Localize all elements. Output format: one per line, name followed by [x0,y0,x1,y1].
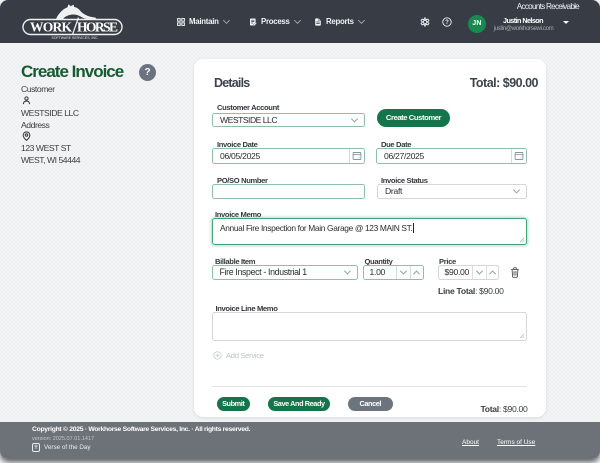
svg-text:WORK: WORK [30,20,72,35]
svg-text:HORSE: HORSE [77,20,118,35]
svg-text:SOFTWARE SERVICES, INC.: SOFTWARE SERVICES, INC. [52,36,99,40]
svg-text:?: ? [445,20,449,26]
